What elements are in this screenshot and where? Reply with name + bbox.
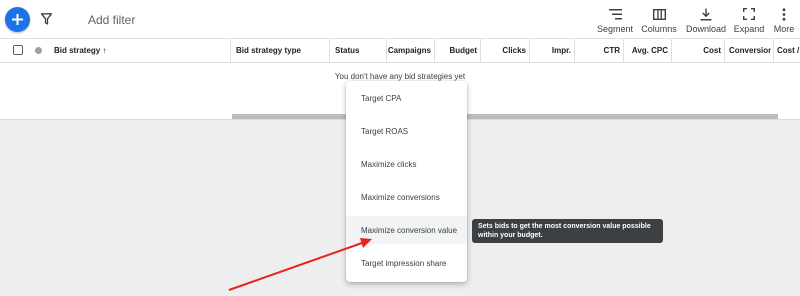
annotation-arrow-icon (228, 238, 372, 291)
